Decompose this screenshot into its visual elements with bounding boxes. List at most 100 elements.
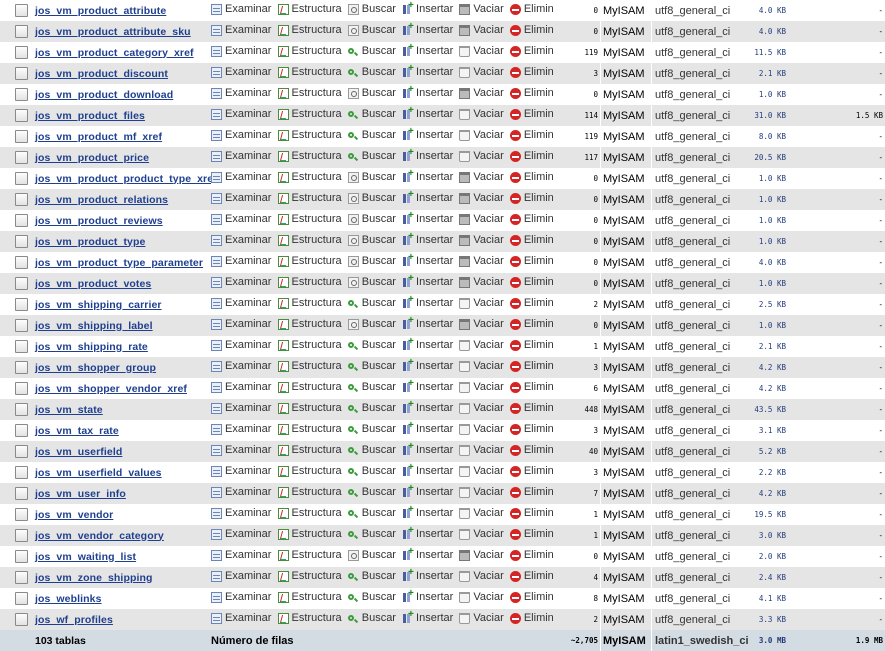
row-checkbox[interactable]	[15, 339, 28, 353]
row-checkbox[interactable]	[15, 381, 28, 395]
drop-action[interactable]: Eliminar	[509, 171, 553, 183]
drop-action[interactable]: Eliminar	[509, 66, 553, 78]
insert-action[interactable]: Insertar	[402, 420, 453, 435]
drop-action[interactable]: Eliminar	[509, 276, 553, 288]
table-name-link[interactable]: jos_vm_tax_rate	[35, 425, 119, 437]
search-action[interactable]: Buscar	[347, 360, 396, 372]
browse-action[interactable]: Examinar	[211, 171, 271, 183]
insert-action[interactable]: Insertar	[402, 210, 453, 225]
browse-action[interactable]: Examinar	[211, 45, 271, 57]
drop-action[interactable]: Eliminar	[509, 234, 553, 246]
table-name-link[interactable]: jos_vm_vendor	[35, 509, 113, 521]
structure-action[interactable]: Estructura	[277, 612, 342, 624]
empty-action[interactable]: Vaciar	[459, 591, 504, 603]
table-name-link[interactable]: jos_vm_product_reviews	[35, 215, 163, 227]
structure-action[interactable]: Estructura	[277, 339, 342, 351]
search-action[interactable]: Buscar	[347, 108, 396, 120]
insert-action[interactable]: Insertar	[402, 357, 453, 372]
table-name-link[interactable]: jos_vm_product_price	[35, 152, 149, 164]
row-checkbox[interactable]	[15, 150, 28, 164]
browse-action[interactable]: Examinar	[211, 3, 271, 15]
structure-action[interactable]: Estructura	[277, 24, 342, 36]
table-name-link[interactable]: jos_vm_shopper_vendor_xref	[35, 383, 187, 395]
empty-action[interactable]: Vaciar	[459, 45, 504, 57]
row-checkbox[interactable]	[15, 87, 28, 101]
row-checkbox[interactable]	[15, 318, 28, 332]
browse-action[interactable]: Examinar	[211, 591, 271, 603]
row-checkbox[interactable]	[15, 297, 28, 311]
insert-action[interactable]: Insertar	[402, 504, 453, 519]
insert-action[interactable]: Insertar	[402, 525, 453, 540]
row-checkbox[interactable]	[15, 444, 28, 458]
search-action[interactable]: Buscar	[347, 276, 396, 288]
row-checkbox[interactable]	[15, 528, 28, 542]
insert-action[interactable]: Insertar	[402, 0, 453, 15]
search-action[interactable]: Buscar	[347, 549, 396, 561]
empty-action[interactable]: Vaciar	[459, 108, 504, 120]
search-action[interactable]: Buscar	[347, 255, 396, 267]
row-checkbox[interactable]	[15, 507, 28, 521]
insert-action[interactable]: Insertar	[402, 441, 453, 456]
browse-action[interactable]: Examinar	[211, 234, 271, 246]
empty-action[interactable]: Vaciar	[459, 276, 504, 288]
table-name-link[interactable]: jos_vm_product_attribute	[35, 5, 166, 17]
insert-action[interactable]: Insertar	[402, 147, 453, 162]
structure-action[interactable]: Estructura	[277, 486, 342, 498]
browse-action[interactable]: Examinar	[211, 402, 271, 414]
search-action[interactable]: Buscar	[347, 339, 396, 351]
empty-action[interactable]: Vaciar	[459, 528, 504, 540]
drop-action[interactable]: Eliminar	[509, 612, 553, 624]
empty-action[interactable]: Vaciar	[459, 570, 504, 582]
insert-action[interactable]: Insertar	[402, 252, 453, 267]
empty-action[interactable]: Vaciar	[459, 129, 504, 141]
empty-action[interactable]: Vaciar	[459, 3, 504, 15]
row-checkbox[interactable]	[15, 213, 28, 227]
structure-action[interactable]: Estructura	[277, 87, 342, 99]
drop-action[interactable]: Eliminar	[509, 255, 553, 267]
empty-action[interactable]: Vaciar	[459, 297, 504, 309]
browse-action[interactable]: Examinar	[211, 255, 271, 267]
browse-action[interactable]: Examinar	[211, 570, 271, 582]
insert-action[interactable]: Insertar	[402, 546, 453, 561]
search-action[interactable]: Buscar	[347, 570, 396, 582]
structure-action[interactable]: Estructura	[277, 255, 342, 267]
structure-action[interactable]: Estructura	[277, 66, 342, 78]
browse-action[interactable]: Examinar	[211, 276, 271, 288]
drop-action[interactable]: Eliminar	[509, 87, 553, 99]
browse-action[interactable]: Examinar	[211, 87, 271, 99]
structure-action[interactable]: Estructura	[277, 45, 342, 57]
search-action[interactable]: Buscar	[347, 87, 396, 99]
browse-action[interactable]: Examinar	[211, 318, 271, 330]
structure-action[interactable]: Estructura	[277, 129, 342, 141]
structure-action[interactable]: Estructura	[277, 507, 342, 519]
structure-action[interactable]: Estructura	[277, 171, 342, 183]
drop-action[interactable]: Eliminar	[509, 24, 553, 36]
drop-action[interactable]: Eliminar	[509, 213, 553, 225]
drop-action[interactable]: Eliminar	[509, 360, 553, 372]
insert-action[interactable]: Insertar	[402, 273, 453, 288]
drop-action[interactable]: Eliminar	[509, 549, 553, 561]
drop-action[interactable]: Eliminar	[509, 108, 553, 120]
search-action[interactable]: Buscar	[347, 381, 396, 393]
browse-action[interactable]: Examinar	[211, 192, 271, 204]
browse-action[interactable]: Examinar	[211, 612, 271, 624]
insert-action[interactable]: Insertar	[402, 315, 453, 330]
structure-action[interactable]: Estructura	[277, 150, 342, 162]
structure-action[interactable]: Estructura	[277, 108, 342, 120]
table-name-link[interactable]: jos_vm_shopper_group	[35, 362, 156, 374]
table-name-link[interactable]: jos_wf_profiles	[35, 614, 113, 626]
drop-action[interactable]: Eliminar	[509, 45, 553, 57]
table-name-link[interactable]: jos_vm_vendor_category	[35, 530, 164, 542]
row-checkbox[interactable]	[15, 465, 28, 479]
search-action[interactable]: Buscar	[347, 45, 396, 57]
table-name-link[interactable]: jos_vm_product_attribute_sku	[35, 26, 191, 38]
search-action[interactable]: Buscar	[347, 612, 396, 624]
structure-action[interactable]: Estructura	[277, 570, 342, 582]
browse-action[interactable]: Examinar	[211, 24, 271, 36]
table-name-link[interactable]: jos_vm_product_type	[35, 236, 145, 248]
insert-action[interactable]: Insertar	[402, 126, 453, 141]
empty-action[interactable]: Vaciar	[459, 171, 504, 183]
drop-action[interactable]: Eliminar	[509, 129, 553, 141]
row-checkbox[interactable]	[15, 24, 28, 38]
empty-action[interactable]: Vaciar	[459, 339, 504, 351]
